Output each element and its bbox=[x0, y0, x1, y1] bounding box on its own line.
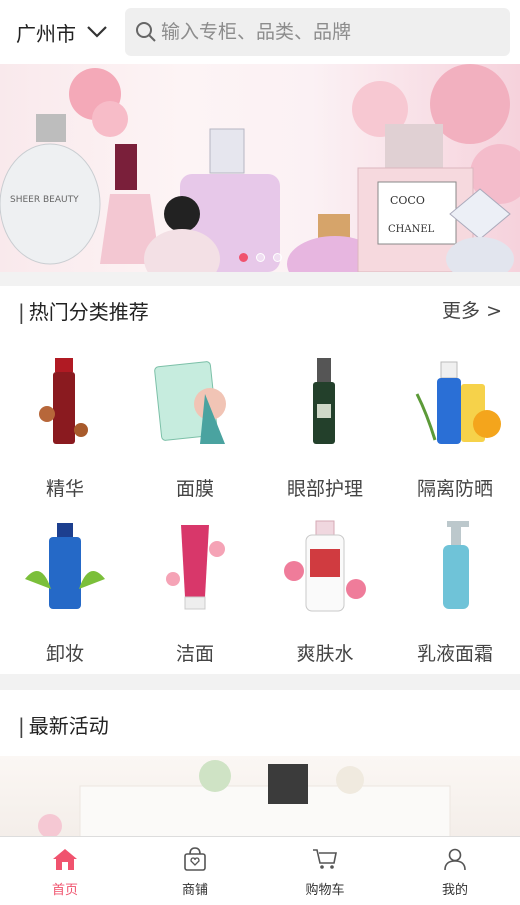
city-label: 广州市 bbox=[16, 21, 76, 46]
carousel-dot[interactable] bbox=[272, 253, 282, 262]
category-item-eye-care[interactable]: 眼部护理 bbox=[260, 344, 390, 509]
chevron-down-icon bbox=[86, 21, 108, 43]
bottom-tab-bar: 首页 商铺 购物车 我的 bbox=[0, 836, 520, 905]
carousel-dots bbox=[0, 253, 520, 262]
activity-banner-image[interactable] bbox=[0, 756, 520, 836]
lotion-pump-icon bbox=[407, 519, 503, 615]
section-title: | 热门分类推荐 bbox=[18, 300, 149, 324]
category-item-face-mask[interactable]: 面膜 bbox=[130, 344, 260, 509]
face-mask-icon bbox=[147, 354, 243, 450]
svg-text:CHANEL: CHANEL bbox=[388, 224, 435, 235]
makeup-remover-icon bbox=[17, 519, 113, 615]
home-icon bbox=[51, 845, 79, 873]
shop-bag-icon bbox=[181, 845, 209, 873]
category-item-makeup-remover[interactable]: 卸妆 bbox=[0, 509, 130, 674]
latest-activity-section: | 最新活动 bbox=[0, 690, 520, 836]
tab-label: 购物车 bbox=[305, 882, 345, 898]
category-item-sunscreen[interactable]: 隔离防晒 bbox=[390, 344, 520, 509]
eye-care-bottle-icon bbox=[277, 354, 373, 450]
tab-profile[interactable]: 我的 bbox=[390, 837, 520, 905]
toner-bottle-icon bbox=[277, 519, 373, 615]
search-bar[interactable] bbox=[125, 8, 510, 56]
category-grid: 精华 面膜 眼部护理 隔离防晒 卸妆 洁面 爽肤水 乳液面霜 bbox=[0, 344, 520, 674]
category-item-cleanser[interactable]: 洁面 bbox=[130, 509, 260, 674]
category-label: 精华 bbox=[45, 478, 84, 500]
carousel-dot[interactable] bbox=[238, 253, 248, 262]
category-label: 面膜 bbox=[175, 478, 214, 500]
category-item-lotion[interactable]: 乳液面霜 bbox=[390, 509, 520, 674]
category-item-toner[interactable]: 爽肤水 bbox=[260, 509, 390, 674]
tab-home[interactable]: 首页 bbox=[0, 837, 130, 905]
category-label: 乳液面霜 bbox=[416, 643, 493, 665]
hot-categories-section: | 热门分类推荐 更多 > 精华 面膜 眼部护理 隔离防晒 卸妆 洁面 爽肤水 … bbox=[0, 286, 520, 674]
more-link[interactable]: 更多 > bbox=[442, 296, 502, 323]
category-label: 眼部护理 bbox=[286, 478, 363, 500]
cart-icon bbox=[311, 845, 339, 873]
section-title: | 最新活动 bbox=[18, 714, 109, 738]
svg-text:SHEER BEAUTY: SHEER BEAUTY bbox=[10, 195, 79, 205]
tab-label: 首页 bbox=[51, 882, 78, 898]
search-input[interactable] bbox=[161, 21, 491, 43]
top-header: 广州市 bbox=[0, 0, 520, 64]
category-label: 爽肤水 bbox=[296, 643, 354, 665]
essence-bottle-icon bbox=[17, 354, 113, 450]
search-icon bbox=[133, 19, 159, 45]
category-item-essence[interactable]: 精华 bbox=[0, 344, 130, 509]
tab-cart[interactable]: 购物车 bbox=[260, 837, 390, 905]
category-label: 洁面 bbox=[175, 643, 214, 665]
cleanser-tube-icon bbox=[147, 519, 243, 615]
user-icon bbox=[441, 845, 469, 873]
tab-shop[interactable]: 商铺 bbox=[130, 837, 260, 905]
banner-carousel[interactable]: SHEER BEAUTY COCO CHANEL bbox=[0, 64, 520, 272]
carousel-dot[interactable] bbox=[255, 253, 265, 262]
category-label: 卸妆 bbox=[45, 643, 84, 665]
category-label: 隔离防晒 bbox=[416, 478, 493, 500]
tab-label: 我的 bbox=[441, 882, 468, 898]
sunscreen-icon bbox=[407, 354, 503, 450]
city-selector[interactable]: 广州市 bbox=[16, 12, 116, 52]
svg-text:COCO: COCO bbox=[390, 194, 425, 207]
tab-label: 商铺 bbox=[181, 882, 208, 898]
perfume-banner-image: SHEER BEAUTY COCO CHANEL bbox=[0, 64, 520, 272]
